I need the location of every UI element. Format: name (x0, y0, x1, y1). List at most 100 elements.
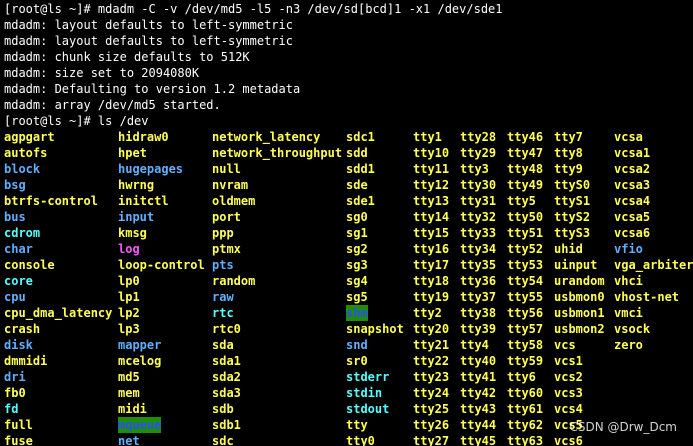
dev-entry: tty4 (460, 338, 489, 352)
terminal-line: mdadm: Defaulting to version 1.2 metadat… (4, 82, 301, 96)
terminal-line: mdadm: array /dev/md5 started. (4, 98, 221, 112)
dev-entry: tty23 (413, 370, 450, 384)
dev-entry: tty35 (460, 258, 497, 272)
listing-row: fd midi sdb stdout tty25 tty43 tty61 vcs4 (0, 401, 693, 417)
dev-entry: tty53 (507, 258, 544, 272)
dev-entry: midi (118, 402, 147, 416)
dev-entry: random (212, 274, 256, 288)
dev-entry: tty54 (507, 274, 544, 288)
dev-entry: pts (212, 258, 234, 272)
dev-entry: tty10 (413, 146, 450, 160)
dev-entry: sg5 (346, 290, 368, 304)
dev-entry: tty11 (413, 162, 450, 176)
listing-row: cdrom kmsg ppp sg1 tty15 tty33 tty51 ttyS3 vcsa6 (0, 225, 693, 241)
dev-entry: block (4, 162, 41, 176)
dev-entry: dri (4, 370, 26, 384)
dev-entry: tty36 (460, 274, 497, 288)
listing-row: cpu lp1 raw sg5 tty19 tty37 tty55 usbmon0 vhost-… (0, 289, 693, 305)
terminal-line: mdadm: size set to 2094080K (4, 66, 200, 80)
dev-entry: core (4, 274, 33, 288)
dev-entry: input (118, 210, 155, 224)
listing-row: dmmidi mcelog sda1 sr0 tty22 tty40 tty59 vcs1 (0, 353, 693, 369)
dev-entry: cpu_dma_latency (4, 306, 113, 320)
dev-entry: autofs (4, 146, 48, 160)
dev-entry: tty5 (507, 194, 536, 208)
command-output: [root@ls ~]# mdadm -C -v /dev/md5 -l5 -n… (0, 1, 693, 129)
dev-entry: tty31 (460, 194, 497, 208)
dev-entry: sde (346, 178, 368, 192)
listing-row: bsg hwrng nvram sde tty12 tty30 tty49 ttyS0 vcsa… (0, 177, 693, 193)
listing-row: autofs hpet network_throughput sdd tty10 tty2… (0, 145, 693, 161)
dev-entry: tty9 (554, 162, 583, 176)
dev-entry: tty3 (460, 162, 489, 176)
dev-entry: vmci (614, 306, 643, 320)
dev-entry: mapper (118, 338, 162, 352)
dev-entry: port (212, 210, 241, 224)
dev-entry: initctl (118, 194, 169, 208)
dev-entry: crash (4, 322, 41, 336)
listing-row: btrfs-control initctl oldmem sde1 tty13 tty31… (0, 193, 693, 209)
terminal-window[interactable]: [root@ls ~]# mdadm -C -v /dev/md5 -l5 -n… (0, 0, 693, 446)
listing-row: cpu_dma_latency lp2 rtc shm tty2 tty38 tty56 us… (0, 305, 693, 321)
dev-entry: sg0 (346, 210, 368, 224)
listing-row: console loop-control pts sg3 tty17 tty35 tty53… (0, 257, 693, 273)
dev-entry: vcs1 (554, 354, 583, 368)
dev-entry: zero (614, 338, 643, 352)
watermark: CSDN @Drw_Dcm (569, 420, 677, 434)
dev-entry: tty29 (460, 146, 497, 160)
dev-entry: tty22 (413, 354, 450, 368)
dev-entry: tty0 (346, 434, 375, 446)
dev-entry: sg4 (346, 274, 368, 288)
dev-entry: tty52 (507, 242, 544, 256)
dev-entry: tty56 (507, 306, 544, 320)
listing-row: block hugepages null sdd1 tty11 tty3 tty48 tty9… (0, 161, 693, 177)
dev-entry: tty61 (507, 402, 544, 416)
terminal-line: mdadm: chunk size defaults to 512K (4, 50, 250, 64)
dev-entry: lp1 (118, 290, 140, 304)
dev-entry: tty33 (460, 226, 497, 240)
dev-entry: tty27 (413, 434, 450, 446)
dev-entry: disk (4, 338, 33, 352)
dev-entry: tty39 (460, 322, 497, 336)
listing-row: bus input port sg0 tty14 tty32 tty50 ttyS2 vcsa5 (0, 209, 693, 225)
dev-entry: hidraw0 (118, 130, 169, 144)
dev-entry: tty40 (460, 354, 497, 368)
dev-entry: stdin (346, 386, 383, 400)
dev-entry: tty41 (460, 370, 497, 384)
dev-entry: vcs6 (554, 434, 583, 446)
dev-entry: rtc (212, 306, 234, 320)
dev-entry: ptmx (212, 242, 241, 256)
dev-entry: dmmidi (4, 354, 48, 368)
dev-entry: cpu (4, 290, 26, 304)
dev-entry: sda (212, 338, 234, 352)
dev-entry: sde1 (346, 194, 375, 208)
dev-entry: vcsa3 (614, 178, 651, 192)
dev-entry: vga_arbiter (614, 258, 693, 272)
dev-entry: tty20 (413, 322, 450, 336)
dev-entry: tty57 (507, 322, 544, 336)
dev-entry: mqueue (118, 417, 162, 433)
dev-entry: tty34 (460, 242, 497, 256)
listing-row: char log ptmx sg2 tty16 tty34 tty52 uhid vfio (0, 241, 693, 257)
dev-entry: tty25 (413, 402, 450, 416)
terminal-line: [root@ls ~]# ls /dev (4, 114, 149, 128)
dev-listing: agpgart hidraw0 network_latency sdc1 tty1 tty… (0, 129, 693, 446)
listing-row: fb0 mem sda3 stdin tty24 tty42 tty60 vcs3 (0, 385, 693, 401)
dev-entry: tty (346, 418, 368, 432)
dev-entry: tty42 (460, 386, 497, 400)
dev-entry: tty19 (413, 290, 450, 304)
terminal-line: [root@ls ~]# mdadm -C -v /dev/md5 -l5 -n… (4, 2, 503, 16)
dev-entry: md5 (118, 370, 140, 384)
dev-entry: vcsa2 (614, 162, 651, 176)
dev-entry: agpgart (4, 130, 55, 144)
dev-entry: tty16 (413, 242, 450, 256)
dev-entry: vcsa6 (614, 226, 651, 240)
dev-entry: usbmon1 (554, 306, 605, 320)
dev-entry: hpet (118, 146, 147, 160)
dev-entry: sda1 (212, 354, 241, 368)
dev-entry: bus (4, 210, 26, 224)
dev-entry: kmsg (118, 226, 147, 240)
dev-entry: shm (346, 305, 368, 321)
dev-entry: ttyS0 (554, 178, 591, 192)
dev-entry: network_latency (212, 130, 321, 144)
